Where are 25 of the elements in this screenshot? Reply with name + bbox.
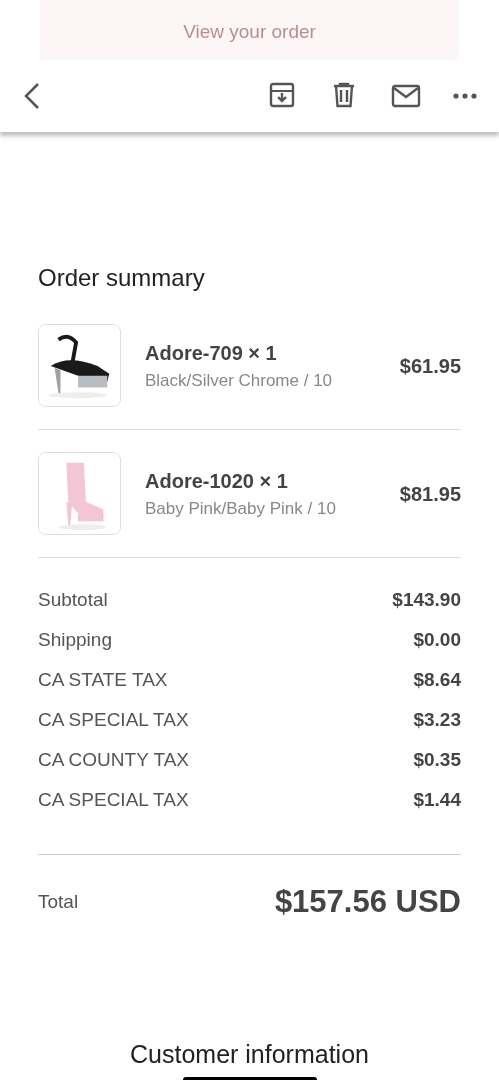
line-amount: $8.64: [413, 668, 461, 692]
line-label: CA SPECIAL TAX: [38, 708, 189, 732]
line-label: CA SPECIAL TAX: [38, 788, 189, 812]
total-label: Total: [38, 890, 79, 914]
product-variant: Baby Pink/Baby Pink / 10: [145, 497, 336, 520]
line-amount: $0.35: [413, 748, 461, 772]
product-name: Adore-709 × 1: [145, 340, 278, 366]
line-label: CA COUNTY TAX: [38, 748, 189, 772]
line-amount: $143.90: [392, 588, 461, 612]
banner-text: View your order: [183, 20, 316, 45]
more-icon: [453, 93, 477, 99]
section-title: Customer information: [130, 1039, 369, 1068]
product-name: Adore-1020 × 1: [145, 468, 289, 494]
product-price: $81.95: [399, 481, 461, 507]
product-variant: Black/Silver Chrome / 10: [145, 369, 333, 392]
back-icon: [22, 82, 42, 110]
line-amount: $3.23: [413, 708, 461, 732]
line-label: Subtotal: [38, 588, 108, 612]
section-title: Order summary: [38, 263, 206, 293]
total-value: $157.56 USD: [274, 883, 461, 921]
line-amount: $0.00: [413, 628, 461, 652]
product-price: $61.95: [399, 353, 461, 379]
line-label: CA STATE TAX: [38, 668, 168, 692]
line-label: Shipping: [38, 628, 112, 652]
line-amount: $1.44: [413, 788, 461, 812]
